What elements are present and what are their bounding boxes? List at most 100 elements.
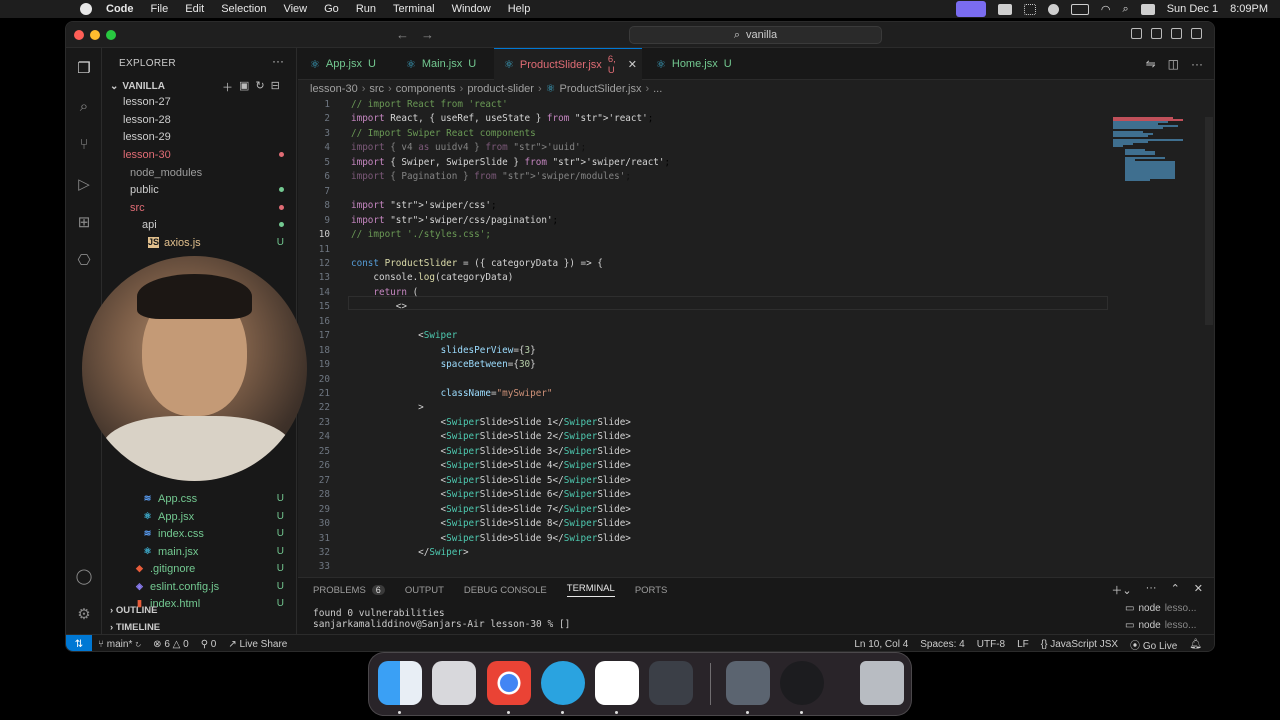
code-line[interactable]: 11 (298, 243, 1198, 257)
run-debug-icon[interactable]: ▷ (75, 176, 93, 194)
breadcrumb-item[interactable]: ... (653, 83, 662, 95)
tab-app-jsx[interactable]: ⚛ App.jsx U (300, 48, 386, 80)
code-line[interactable]: 26 <SwiperSlide>Slide 4</SwiperSlide> (298, 459, 1198, 473)
tree-item-axios-js[interactable]: JS axios.js U (102, 234, 296, 251)
code-line[interactable]: 3 // Import Swiper React components (298, 127, 1198, 141)
wifi-icon[interactable]: ◠ (1101, 3, 1111, 16)
control-center-icon[interactable] (1140, 3, 1155, 15)
extensions-icon[interactable]: ⊞ (75, 214, 93, 232)
tree-item-lesson-30[interactable]: lesson-30 (102, 146, 296, 163)
code-line[interactable]: 30 <SwiperSlide>Slide 8</SwiperSlide> (298, 517, 1198, 531)
toggle-sidebar-icon[interactable] (1131, 28, 1142, 39)
breadcrumb-item[interactable]: lesson-30 (310, 83, 358, 95)
screen-record-icon[interactable] (955, 1, 986, 17)
more-panel-actions-icon[interactable]: ··· (1146, 582, 1157, 598)
code-line[interactable]: 32 </Swiper> (298, 546, 1198, 560)
menu-go[interactable]: Go (324, 3, 339, 15)
remote-indicator-icon[interactable]: ⇅ (66, 634, 92, 651)
explorer-icon[interactable]: ❐ (75, 60, 93, 78)
tree-item-gitignore[interactable]: ◆ .gitignore U (102, 560, 296, 577)
breadcrumb-item[interactable]: ProductSlider.jsx (560, 83, 642, 95)
compare-changes-icon[interactable]: ⇋ (1146, 57, 1156, 71)
tree-item-app-css[interactable]: ≋ App.css U (102, 490, 296, 507)
code-line[interactable]: 29 <SwiperSlide>Slide 7</SwiperSlide> (298, 503, 1198, 517)
code-line[interactable]: 17 <Swiper (298, 329, 1198, 343)
telegram-icon[interactable] (541, 661, 585, 705)
code-line[interactable]: 16 (298, 315, 1198, 329)
menu-terminal[interactable]: Terminal (393, 3, 435, 15)
tree-item-lesson-29[interactable]: lesson-29 (102, 128, 296, 145)
code-line[interactable]: 6 import { Pagination } from "str">'swipe… (298, 170, 1198, 184)
menu-file[interactable]: File (151, 3, 169, 15)
activity-icon[interactable] (1023, 3, 1036, 15)
forward-arrow-icon[interactable]: → (421, 27, 434, 42)
toggle-secondary-sidebar-icon[interactable] (1171, 28, 1182, 39)
code-line[interactable]: 23 <SwiperSlide>Slide 1</SwiperSlide> (298, 416, 1198, 430)
minimize-window-icon[interactable] (90, 30, 100, 40)
code-line[interactable]: 5 import { Swiper, SwiperSlide } from "st… (298, 156, 1198, 170)
code-line[interactable]: 19 spaceBetween={30} (298, 358, 1198, 372)
notifications-icon[interactable]: 🔔︎ (1189, 639, 1202, 650)
accounts-icon[interactable]: ◯ (75, 568, 93, 586)
code-line[interactable]: 1 // import React from 'react' (298, 98, 1198, 112)
tree-item-node-modules[interactable]: node_modules (102, 164, 296, 181)
code-line[interactable]: 21 className="mySwiper" (298, 387, 1198, 401)
code-line[interactable]: 31 <SwiperSlide>Slide 9</SwiperSlide> (298, 532, 1198, 546)
manage-gear-icon[interactable]: ⚙ (75, 606, 93, 624)
code-line[interactable]: 33 (298, 560, 1198, 574)
menu-app[interactable]: Code (106, 3, 134, 15)
code-line[interactable]: 4 import { v4 as uuidv4 } from "str">'uui… (298, 141, 1198, 155)
tree-item-eslint-config[interactable]: ◈ eslint.config.js U (102, 578, 296, 595)
indentation[interactable]: Spaces: 4 (920, 639, 964, 650)
go-live-button[interactable]: ⦿ Go Live (1130, 637, 1177, 651)
vscode-icon[interactable] (595, 661, 639, 705)
code-line[interactable]: 7 (298, 185, 1198, 199)
play-icon[interactable] (1047, 3, 1059, 15)
remote-explorer-icon[interactable]: ⎔ (75, 252, 93, 270)
tree-item-lesson-27[interactable]: lesson-27 (102, 93, 296, 110)
menu-edit[interactable]: Edit (185, 3, 204, 15)
command-center[interactable]: ⌕ vanilla (629, 26, 882, 44)
more-tab-actions-icon[interactable]: ··· (1191, 57, 1203, 71)
finder-icon[interactable] (378, 661, 422, 705)
quicktime-icon[interactable] (726, 661, 770, 705)
live-share-button[interactable]: ↗ Live Share (228, 639, 287, 650)
menu-view[interactable]: View (283, 3, 307, 15)
tab-terminal[interactable]: TERMINAL (566, 583, 615, 597)
code-line[interactable]: 14 return ( (298, 286, 1198, 300)
launchpad-icon[interactable] (432, 661, 476, 705)
outline-section[interactable]: › OUTLINE (110, 605, 158, 616)
tree-item-public[interactable]: public (102, 181, 296, 198)
spotlight-icon[interactable]: ⌕ (1123, 3, 1129, 16)
ports-indicator[interactable]: ⚲ 0 (201, 639, 217, 650)
tree-item-app-jsx[interactable]: ⚛ App.jsx U (102, 508, 296, 525)
code-line[interactable]: 12 const ProductSlider = ({ categoryData … (298, 257, 1198, 271)
tree-item-main-jsx[interactable]: ⚛ main.jsx U (102, 543, 296, 560)
trash-icon[interactable] (860, 661, 904, 705)
terminal-list-item[interactable]: ▭ node lesso... (1105, 600, 1214, 617)
menu-date[interactable]: Sun Dec 1 (1167, 3, 1218, 15)
language-mode[interactable]: {} JavaScript JSX (1041, 639, 1118, 650)
menu-selection[interactable]: Selection (221, 3, 266, 15)
keyboard-input-icon[interactable] (997, 3, 1012, 15)
code-line[interactable]: 22 > (298, 401, 1198, 415)
tree-item-lesson-28[interactable]: lesson-28 (102, 111, 296, 128)
split-editor-icon[interactable]: ◫ (1168, 57, 1179, 71)
back-arrow-icon[interactable]: ← (396, 27, 409, 42)
terminal-output[interactable]: found 0 vulnerabilities sanjarkamaliddino… (313, 608, 570, 630)
tab-debug-console[interactable]: DEBUG CONSOLE (464, 585, 547, 596)
code-line[interactable]: 15 <> (298, 300, 1198, 314)
battery-icon[interactable] (1070, 3, 1089, 15)
editor-scrollbar[interactable] (1205, 117, 1213, 325)
maximize-panel-icon[interactable]: ⌃ (1171, 582, 1180, 598)
tree-item-src[interactable]: src (102, 199, 296, 216)
minimap[interactable] (1113, 117, 1205, 187)
tree-item-index-css[interactable]: ≋ index.css U (102, 525, 296, 542)
menu-help[interactable]: Help (508, 3, 531, 15)
code-line[interactable]: 2 import React, { useRef, useState } from… (298, 112, 1198, 126)
search-view-icon[interactable]: ⌕ (75, 98, 93, 116)
code-line[interactable]: 9 import "str">'swiper/css/pagination'; (298, 214, 1198, 228)
close-tab-icon[interactable]: ✕ (628, 58, 637, 71)
breadcrumb-item[interactable]: product-slider (467, 83, 534, 95)
close-panel-icon[interactable]: ✕ (1194, 582, 1203, 598)
